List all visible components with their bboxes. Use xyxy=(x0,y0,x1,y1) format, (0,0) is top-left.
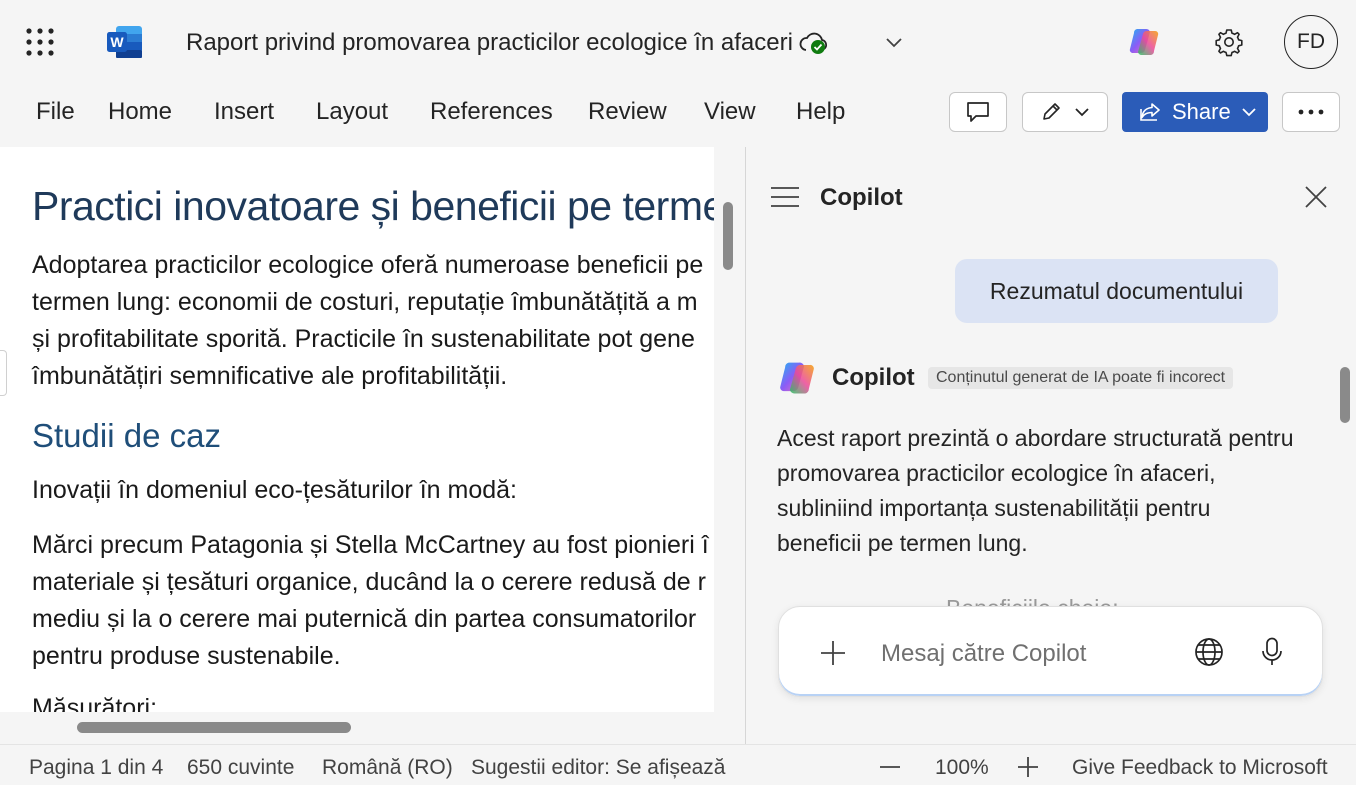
assistant-name: Copilot xyxy=(832,364,915,391)
document-canvas[interactable]: Practici inovatoare și beneficii pe term… xyxy=(0,147,714,712)
copilot-pane-title: Copilot xyxy=(820,184,903,211)
document-paragraph-line: și profitabilitate sporită. Practicile î… xyxy=(32,325,695,353)
menu-references[interactable]: References xyxy=(430,88,553,136)
document-paragraph: Inovații în domeniul eco-țesăturilor în … xyxy=(32,476,517,504)
navigation-pane-toggle[interactable] xyxy=(0,350,7,396)
share-label: Share xyxy=(1172,99,1231,124)
cloud-saved-icon[interactable] xyxy=(798,28,832,58)
document-paragraph: Măsurători: xyxy=(32,694,158,712)
share-icon xyxy=(1138,101,1162,123)
word-count[interactable]: 650 cuvinte xyxy=(187,756,294,780)
hamburger-icon[interactable] xyxy=(770,185,800,209)
pencil-icon xyxy=(1040,101,1062,123)
chevron-down-icon xyxy=(1241,107,1257,117)
menu-view[interactable]: View xyxy=(704,88,756,136)
copilot-icon[interactable] xyxy=(1126,24,1162,60)
user-message-bubble: Rezumatul documentului xyxy=(955,259,1278,323)
document-heading-2: Studii de caz xyxy=(32,417,221,454)
document-paragraph-line: Adoptarea practicilor ecologice oferă nu… xyxy=(32,251,704,279)
gear-icon[interactable] xyxy=(1211,24,1247,60)
copilot-scrollbar[interactable] xyxy=(1340,367,1350,423)
plus-icon[interactable] xyxy=(817,637,849,669)
copilot-icon xyxy=(778,359,816,397)
document-paragraph-line: termen lung: economii de costuri, reputa… xyxy=(32,288,698,316)
globe-icon[interactable] xyxy=(1192,635,1226,669)
menu-help[interactable]: Help xyxy=(796,88,845,136)
chevron-down-icon[interactable] xyxy=(882,30,906,54)
ai-disclaimer-badge: Conținutul generat de IA poate fi incore… xyxy=(928,367,1234,389)
menu-home[interactable]: Home xyxy=(108,88,172,136)
document-paragraph-line: Mărci precum Patagonia și Stella McCartn… xyxy=(32,531,709,559)
copilot-composer xyxy=(778,606,1323,697)
document-paragraph-line: pentru produse sustenabile. xyxy=(32,642,341,670)
share-button[interactable]: Share xyxy=(1122,92,1268,132)
word-logo-icon: W xyxy=(106,24,144,60)
document-title[interactable]: Raport privind promovarea practicilor ec… xyxy=(186,29,793,57)
zoom-level[interactable]: 100% xyxy=(935,756,989,780)
copilot-message-input[interactable] xyxy=(879,633,1173,675)
user-message-text: Rezumatul documentului xyxy=(989,277,1244,304)
menu-file[interactable]: File xyxy=(36,88,75,136)
comment-icon xyxy=(965,100,991,124)
microphone-icon[interactable] xyxy=(1257,635,1287,669)
document-heading-1: Practici inovatoare și beneficii pe term… xyxy=(32,183,714,229)
zoom-out-icon[interactable] xyxy=(878,755,902,779)
document-paragraph-line: mediu și la o cerere mai puternică din p… xyxy=(32,605,697,633)
document-vertical-scrollbar[interactable] xyxy=(723,202,733,270)
chevron-down-icon xyxy=(1074,107,1090,117)
menu-insert[interactable]: Insert xyxy=(214,88,274,136)
avatar[interactable]: FD xyxy=(1284,15,1338,69)
document-horizontal-scrollbar[interactable] xyxy=(77,722,351,733)
svg-text:W: W xyxy=(110,34,124,50)
editing-mode-button[interactable] xyxy=(1022,92,1108,132)
title-bar: W Raport privind promovarea practicilor … xyxy=(0,0,1356,86)
app-launcher-icon[interactable] xyxy=(24,26,56,58)
menu-review[interactable]: Review xyxy=(588,88,667,136)
more-icon xyxy=(1298,109,1324,115)
status-bar: Pagina 1 din 4 650 cuvinte Română (RO) S… xyxy=(0,744,1356,785)
page-count[interactable]: Pagina 1 din 4 xyxy=(29,756,163,780)
zoom-in-icon[interactable] xyxy=(1016,755,1040,779)
close-icon[interactable] xyxy=(1302,183,1330,211)
document-paragraph-line: materiale și țesături organice, ducând l… xyxy=(32,568,706,596)
feedback-link[interactable]: Give Feedback to Microsoft xyxy=(1072,756,1328,780)
more-options-button[interactable] xyxy=(1282,92,1340,132)
document-paragraph-line: îmbunătățiri semnificative ale profitabi… xyxy=(32,362,508,390)
ribbon-menu: File Home Insert Layout References Revie… xyxy=(0,88,900,136)
comments-button[interactable] xyxy=(949,92,1007,132)
assistant-response: Acest raport prezintă o abordare structu… xyxy=(777,425,1294,556)
menu-layout[interactable]: Layout xyxy=(316,88,388,136)
editor-suggestions[interactable]: Sugestii editor: Se afișează xyxy=(471,756,725,780)
language-indicator[interactable]: Română (RO) xyxy=(322,756,453,780)
